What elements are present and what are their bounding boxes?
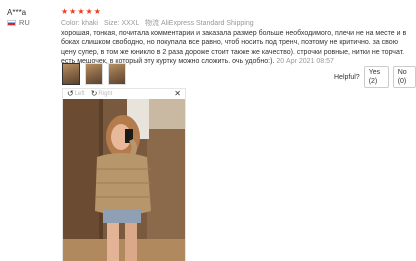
size-value: XXXL	[121, 20, 140, 27]
star-icon: ★	[85, 7, 93, 16]
shipping-method: AliExpress Standard Shipping	[161, 20, 254, 27]
photo-thumbnail[interactable]	[85, 63, 103, 85]
shipping-icon: 物流	[145, 20, 160, 27]
rotate-right-button[interactable]: ↻ Right	[91, 90, 113, 98]
close-icon[interactable]: ✕	[174, 89, 181, 99]
review-text: хорошая, тонкая, почитала комментарии и …	[61, 30, 407, 65]
star-icon: ★	[69, 7, 77, 16]
color-label: Color:	[61, 20, 80, 27]
helpful-label: Helpful?	[334, 73, 360, 81]
rotate-left-button[interactable]: ↺ Left	[67, 90, 85, 98]
photo-thumbnail[interactable]	[62, 63, 80, 85]
review-text-block: хорошая, тонкая, почитала комментарии и …	[61, 29, 413, 66]
viewer-toolbar: ↺ Left ↻ Right ✕	[63, 89, 185, 99]
helpful-no-button[interactable]: No (0)	[392, 66, 416, 88]
star-icon: ★	[93, 7, 101, 16]
rotate-right-icon: ↻	[90, 89, 98, 98]
order-meta: Color: khaki Size: XXXL 物流 AliExpress St…	[61, 18, 254, 28]
review-photo	[63, 99, 185, 261]
helpful-yes-button[interactable]: Yes (2)	[363, 66, 389, 88]
review-card: A***a RU ★ ★ ★ ★ ★ Color: khaki Size: XX…	[0, 0, 416, 261]
photo-viewer: ↺ Left ↻ Right ✕	[62, 88, 186, 261]
star-icon: ★	[77, 7, 85, 16]
russia-flag-icon	[7, 19, 16, 26]
review-photo-image	[63, 99, 185, 261]
rotate-left-icon: ↺	[67, 89, 74, 98]
country-code: RU	[19, 18, 30, 27]
size-label: Size:	[103, 20, 120, 27]
photo-thumbnail[interactable]	[108, 63, 126, 85]
photo-thumbnails	[62, 63, 126, 85]
star-icon: ★	[61, 7, 69, 16]
reviewer-name: A***a	[7, 8, 27, 17]
rotate-left-label: Left	[74, 91, 85, 97]
reviewer-country: RU	[7, 18, 30, 27]
review-date: 20 Apr 2021 08:57	[276, 57, 334, 65]
rotate-right-label: Right	[98, 91, 113, 97]
helpful-vote: Helpful? Yes (2) No (0)	[334, 66, 416, 88]
color-value: khaki	[81, 20, 98, 27]
star-rating: ★ ★ ★ ★ ★	[61, 8, 101, 16]
